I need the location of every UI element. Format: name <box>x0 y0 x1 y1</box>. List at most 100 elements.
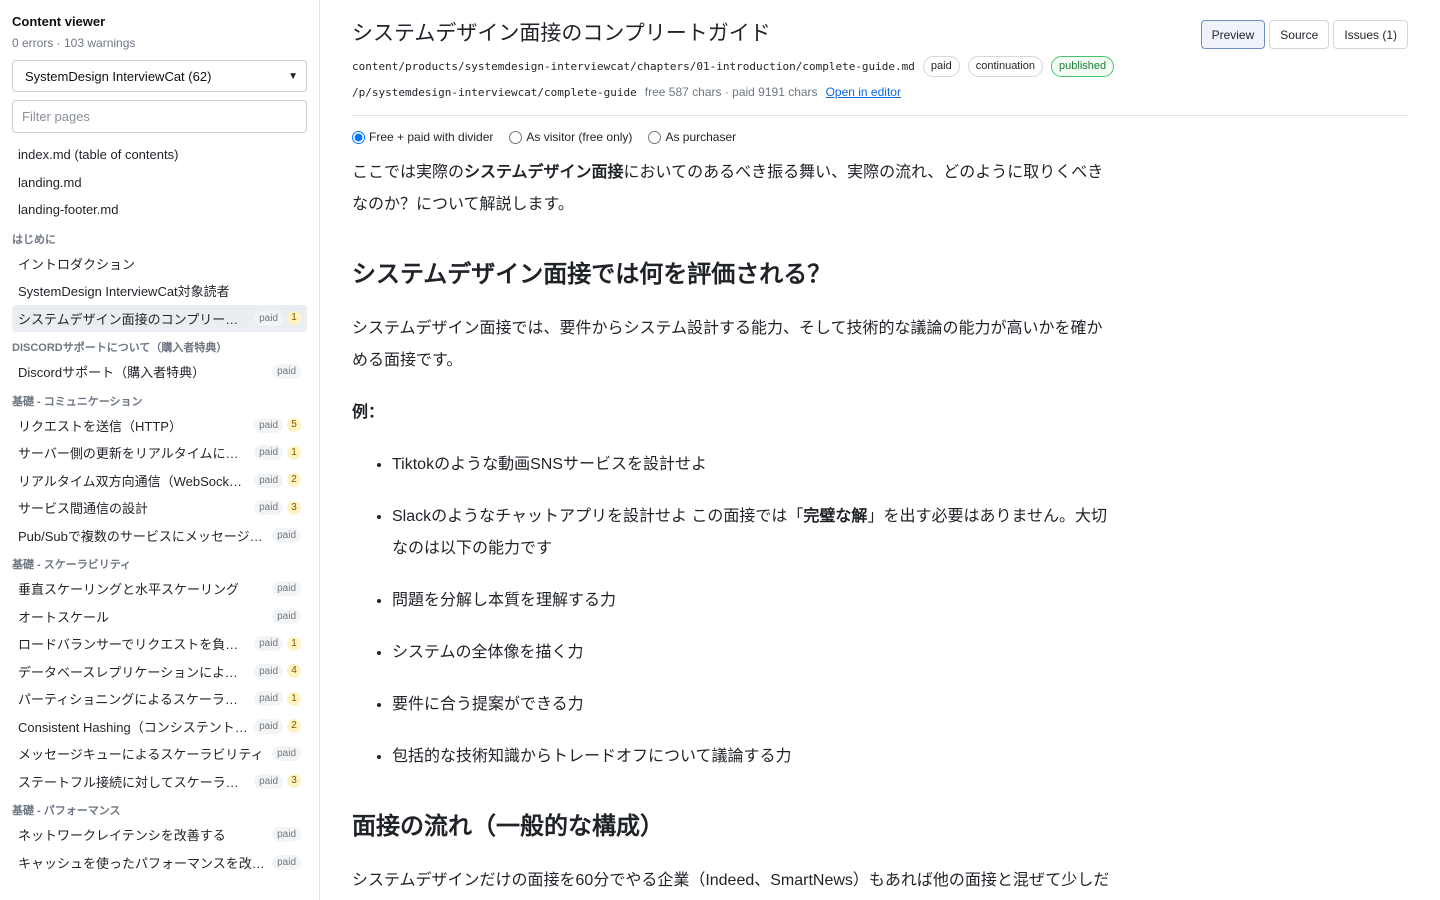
warning-count-badge: 1 <box>287 311 301 326</box>
sidebar-item[interactable]: index.md (table of contents) <box>12 141 307 169</box>
mode-free-paid-label: Free + paid with divider <box>369 130 494 144</box>
sidebar-item-label: 垂直スケーリングと水平スケーリング <box>18 582 240 598</box>
list-item: 要件に合う提案ができる力 <box>392 689 1112 721</box>
sidebar-item-label: オートスケール <box>18 609 110 625</box>
sidebar-item[interactable]: リクエストを送信（HTTP） paid 5 <box>12 412 307 440</box>
paid-tag: paid <box>254 310 283 326</box>
sidebar-item-label: パーティショニングによるスケーラビリティ <box>18 692 248 708</box>
url-path: /p/systemdesign-interviewcat/complete-gu… <box>352 85 637 99</box>
paid-tag: paid <box>272 527 301 543</box>
sidebar-item[interactable]: イントロダクション <box>12 250 307 278</box>
char-counts: free 587 chars · paid 9191 chars <box>644 85 818 99</box>
sidebar-item-label: イントロダクション <box>18 256 136 272</box>
mode-visitor[interactable]: As visitor (free only) <box>509 130 632 144</box>
mode-purchaser-radio[interactable] <box>648 130 662 144</box>
page-header: システムデザイン面接のコンプリートガイド Preview Source Issu… <box>352 0 1408 116</box>
sidebar-item[interactable]: ロードバランサーでリクエストを負荷分散する paid 1 <box>12 630 307 658</box>
paid-tag: paid <box>254 636 283 652</box>
paid-tag: paid <box>272 581 301 597</box>
file-meta: content/products/systemdesign-interviewc… <box>352 56 1115 77</box>
mode-purchaser[interactable]: As purchaser <box>648 130 736 144</box>
chevron-down-icon: ▼ <box>288 70 298 82</box>
sidebar-item[interactable]: Pub/Subで複数のサービスにメッセージを送る paid <box>12 522 307 550</box>
sidebar-item[interactable]: SystemDesign InterviewCat対象読者 <box>12 277 307 305</box>
sidebar-item[interactable]: サーバー側の更新をリアルタイムに反映する paid 1 <box>12 439 307 467</box>
flow-paragraph: システムデザインだけの面接を60分でやる企業（Indeed、SmartNews）… <box>352 872 1110 889</box>
sidebar-item[interactable]: オートスケール paid <box>12 603 307 631</box>
warnings-summary: 0 errors · 103 warnings <box>12 36 136 50</box>
example-label: 例： <box>352 397 1112 429</box>
warning-count-badge: 1 <box>287 636 301 651</box>
product-select-value: SystemDesign InterviewCat (62) <box>25 68 212 84</box>
example-label-text: 例： <box>352 404 385 421</box>
preview-button[interactable]: Preview <box>1200 20 1266 49</box>
sidebar-item[interactable]: ステートフル接続に対してスケーラビリティを確保する paid 3 <box>12 768 307 796</box>
sidebar-item-label: メッセージキューによるスケーラビリティ <box>18 747 264 763</box>
paid-badge: paid <box>922 56 960 77</box>
list-item-text-a: Slackのようなチャットアプリを設計せよ この面接では「 <box>392 508 804 525</box>
paid-tag: paid <box>254 445 283 461</box>
file-path: content/products/systemdesign-interviewc… <box>352 60 915 73</box>
sidebar-item[interactable]: Consistent Hashing（コンシステントハッシング） paid 2 <box>12 713 307 741</box>
sidebar-item[interactable]: メッセージキューによるスケーラビリティ paid <box>12 740 307 768</box>
sidebar-item-label: landing.md <box>18 174 82 190</box>
mode-free-paid-radio[interactable] <box>352 130 365 144</box>
filter-pages-input[interactable] <box>12 100 307 133</box>
warning-count-badge: 3 <box>287 500 301 515</box>
sidebar-item-label: ロードバランサーでリクエストを負荷分散する <box>18 637 249 653</box>
list-item: システムの全体像を描く力 <box>392 637 1112 669</box>
nav-section-heading: 基礎 - パフォーマンス <box>12 805 121 817</box>
paid-tag: paid <box>272 827 301 843</box>
sidebar-item[interactable]: landing-footer.md <box>12 196 307 224</box>
product-select[interactable]: SystemDesign InterviewCat (62) ▼ <box>12 60 307 92</box>
heading-evaluation: システムデザイン面接では何を評価される？ <box>352 261 832 288</box>
sidebar-item-label: キャッシュを使ったパフォーマンスを改善する <box>18 855 267 871</box>
sidebar-item-label: SystemDesign InterviewCat対象読者 <box>18 284 230 300</box>
sidebar-item[interactable]: サービス間通信の設計 paid 3 <box>12 494 307 522</box>
sidebar-item[interactable]: landing.md <box>12 169 307 197</box>
mode-free-paid[interactable]: Free + paid with divider <box>352 130 493 144</box>
paid-tag: paid <box>272 854 301 870</box>
page-title: システムデザイン面接のコンプリートガイド <box>352 22 771 45</box>
warning-count-badge: 1 <box>287 445 301 460</box>
sidebar-item[interactable]: パーティショニングによるスケーラビリティ paid 1 <box>12 685 307 713</box>
intro-text-a: ここでは実際の <box>352 164 465 181</box>
intro-paragraph: ここでは実際のシステムデザイン面接においてのあるべき振る舞い、実際の流れ、どのよ… <box>352 157 1112 221</box>
mode-visitor-radio[interactable] <box>509 130 523 144</box>
nav-section-heading: はじめに <box>12 233 56 246</box>
sidebar: Content viewer 0 errors · 103 warnings S… <box>0 0 320 900</box>
paid-tag: paid <box>272 608 301 624</box>
sidebar-item-label: システムデザイン面接のコンプリートガイド <box>18 311 248 327</box>
issues-button[interactable]: Issues (1) <box>1333 20 1408 49</box>
paid-tag: paid <box>254 417 283 433</box>
source-button[interactable]: Source <box>1269 20 1330 49</box>
paid-tag: paid <box>254 663 283 679</box>
paid-tag: paid <box>254 500 283 516</box>
list-item: 包括的な技術知識からトレードオフについて議論する力 <box>392 741 1112 773</box>
sidebar-item-label: データベースレプリケーションによるスケーリング <box>18 664 248 680</box>
page-list: index.md (table of contents) landing.md la… <box>12 141 307 876</box>
paid-tag: paid <box>272 746 301 762</box>
nav-section-heading: 基礎 - コミュニケーション <box>12 395 143 408</box>
paid-tag: paid <box>272 364 301 380</box>
sidebar-item-label: サービス間通信の設計 <box>18 501 149 517</box>
open-in-editor-link[interactable]: Open in editor <box>826 85 901 99</box>
sidebar-item[interactable]: ネットワークレイテンシを改善する paid <box>12 821 307 849</box>
paid-tag: paid <box>254 718 283 734</box>
warning-count-badge: 2 <box>287 719 301 734</box>
warning-count-badge: 2 <box>287 473 301 488</box>
sidebar-item-label: index.md (table of contents) <box>18 147 179 163</box>
main-content: システムデザイン面接のコンプリートガイド Preview Source Issu… <box>320 0 1440 900</box>
sidebar-item-label: リクエストを送信（HTTP） <box>18 418 182 434</box>
list-item-bold: 完璧な解 <box>803 508 868 525</box>
sidebar-item[interactable]: データベースレプリケーションによるスケーリング paid 4 <box>12 658 307 686</box>
sidebar-item-label: Consistent Hashing（コンシステントハッシング） <box>18 719 248 735</box>
sidebar-item-label: サーバー側の更新をリアルタイムに反映する <box>18 446 248 462</box>
sidebar-item-label: landing-footer.md <box>18 202 119 218</box>
sidebar-item[interactable]: Discordサポート（購入者特典） paid <box>12 358 307 386</box>
sidebar-item[interactable]: 垂直スケーリングと水平スケーリング paid <box>12 575 307 603</box>
sidebar-item[interactable]: リアルタイム双方向通信（WebSocket） paid 2 <box>12 467 307 495</box>
sidebar-item-label: ネットワークレイテンシを改善する <box>18 828 226 844</box>
sidebar-item[interactable]: キャッシュを使ったパフォーマンスを改善する paid <box>12 849 307 877</box>
sidebar-item[interactable]: システムデザイン面接のコンプリートガイド paid 1 <box>12 304 307 332</box>
